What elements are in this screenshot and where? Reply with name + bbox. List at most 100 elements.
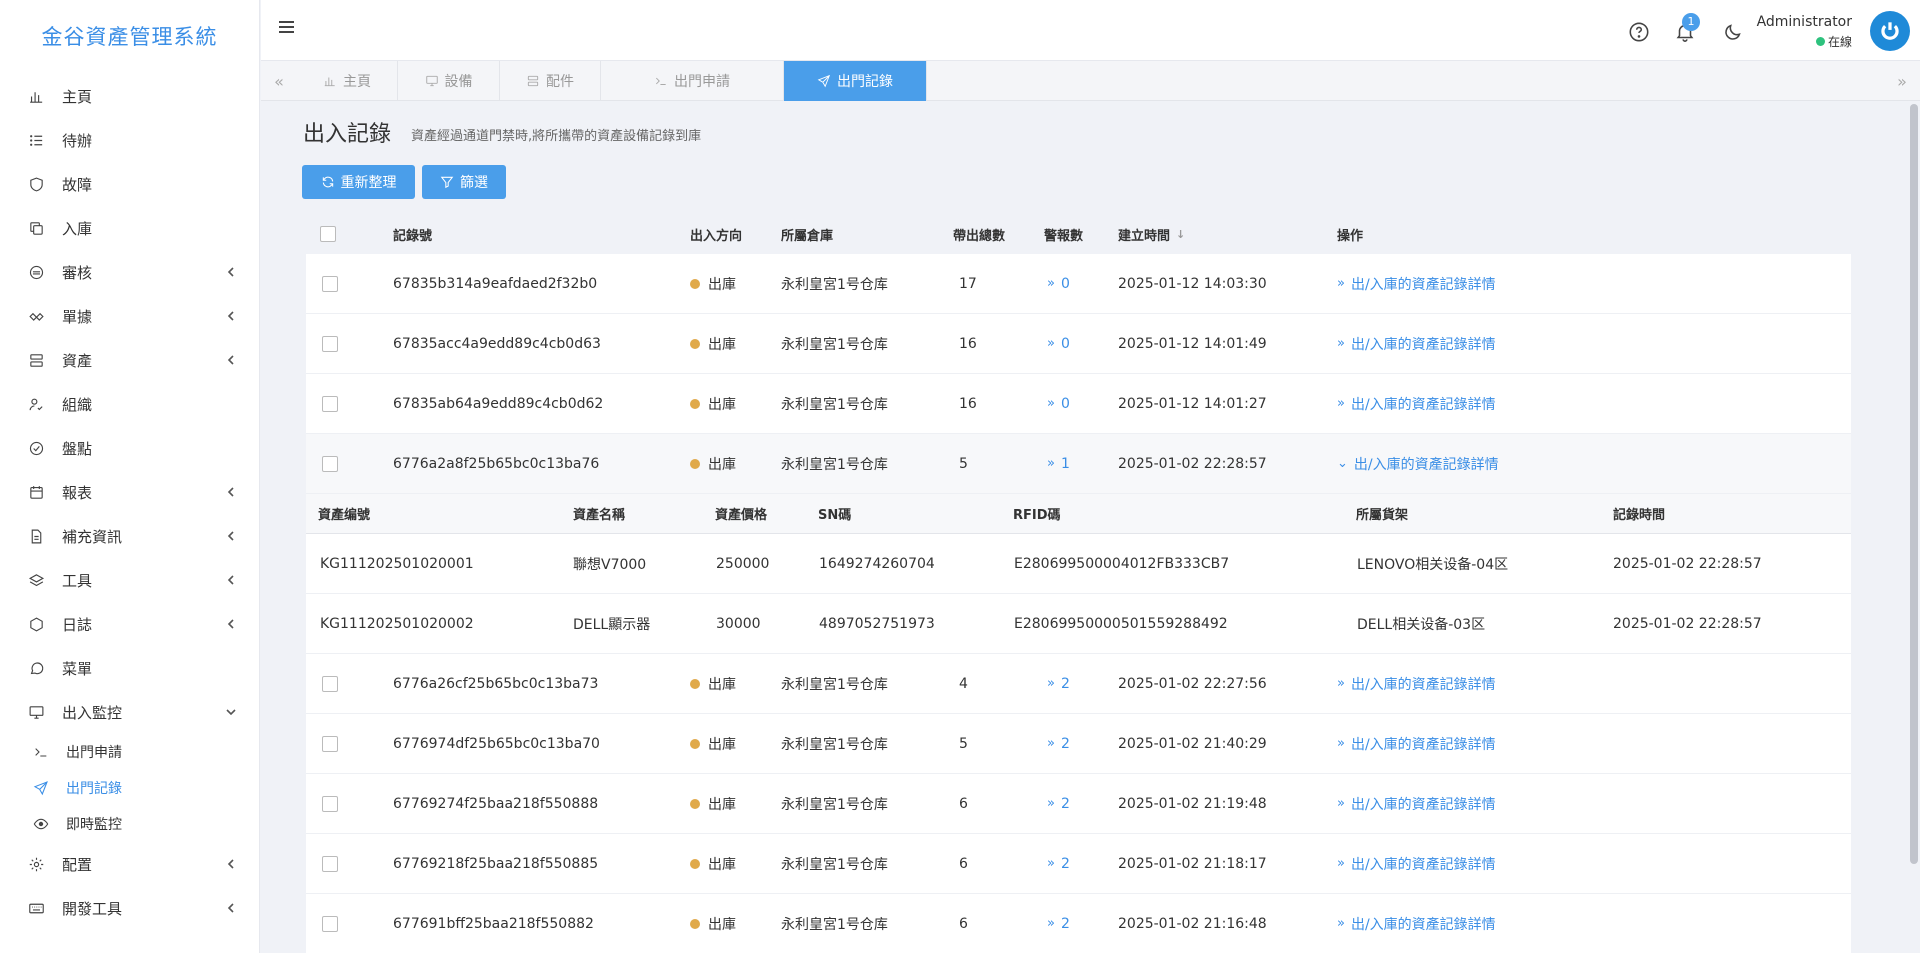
tab-3[interactable]: 出門申請 (601, 61, 784, 101)
sidebar-item-14[interactable]: 出入監控 (0, 690, 259, 734)
sidebar-item-12[interactable]: 日誌 (0, 602, 259, 646)
double-chevron-right-icon: » (1337, 396, 1345, 411)
row-checkbox[interactable] (322, 915, 338, 932)
tab-4[interactable]: 出門記錄 (784, 61, 927, 101)
dark-mode-moon-icon[interactable] (1722, 21, 1744, 43)
alarm-count-link[interactable]: » 2 (1047, 796, 1070, 812)
refresh-label: 重新整理 (340, 175, 397, 191)
created-time: 2025-01-12 14:01:49 (1118, 335, 1267, 352)
sidebar-item-0[interactable]: 主頁 (0, 74, 259, 118)
table-row: 67769218f25baa218f550885 出庫 永利皇宮1号仓库 6 »… (306, 834, 1851, 894)
user-status-label: 在線 (1827, 35, 1852, 49)
total-count: 4 (959, 675, 968, 692)
tabs-scroll-left-icon[interactable]: « (261, 61, 297, 101)
sidebar-item-10[interactable]: 補充資訊 (0, 514, 259, 558)
monitor-icon (27, 703, 45, 721)
alarm-count-link[interactable]: » 0 (1047, 276, 1070, 292)
direction: 出庫 (690, 654, 736, 713)
filter-button[interactable]: 篩選 (422, 165, 506, 199)
alarm-count-link[interactable]: » 2 (1047, 856, 1070, 872)
record-detail-link[interactable]: » 出/入庫的資產記錄詳情 (1337, 394, 1496, 414)
sidebar-item-label: 主頁 (62, 87, 93, 106)
scrollbar-thumb[interactable] (1910, 104, 1918, 864)
submenu-item-label: 出門申請 (66, 745, 122, 761)
alarm-count-link[interactable]: » 2 (1047, 676, 1070, 692)
tab-0[interactable]: 主頁 (297, 61, 398, 101)
tabs-scroll-right-icon[interactable]: » (1884, 61, 1920, 101)
double-chevron-right-icon: » (1047, 736, 1055, 751)
hexagon-icon (27, 615, 45, 633)
sidebar-item-13[interactable]: 菜單 (0, 646, 259, 690)
record-detail-link[interactable]: » 出/入庫的資產記錄詳情 (1337, 794, 1496, 814)
double-chevron-right-icon: » (1047, 676, 1055, 691)
help-icon[interactable] (1628, 21, 1650, 43)
sidebar-item-label: 出入監控 (62, 703, 123, 722)
total-count: 17 (959, 275, 977, 292)
menu-toggle-icon[interactable] (279, 18, 299, 38)
row-checkbox[interactable] (322, 675, 338, 692)
select-all-checkbox[interactable] (320, 226, 336, 242)
tab-1[interactable]: 設備 (398, 61, 500, 101)
sidebar-item-5[interactable]: 單據 (0, 294, 259, 338)
row-checkbox[interactable] (322, 335, 338, 352)
sidebar-item-7[interactable]: 組織 (0, 382, 259, 426)
notification-bell-icon[interactable]: 1 (1674, 13, 1700, 43)
sidebar-bottom-item-1[interactable]: 開發工具 (0, 886, 259, 930)
chevron-left-icon (225, 902, 237, 914)
tab-2[interactable]: 配件 (500, 61, 601, 101)
asset-name: 聯想V7000 (573, 556, 647, 573)
sidebar-item-6[interactable]: 資產 (0, 338, 259, 382)
alarm-count-link[interactable]: » 1 (1047, 456, 1070, 472)
sidebar-item-1[interactable]: 待辦 (0, 118, 259, 162)
alarm-count-link[interactable]: » 0 (1047, 336, 1070, 352)
record-id: 6776a2a8f25b65bc0c13ba76 (393, 455, 600, 472)
chevron-left-icon (225, 530, 237, 542)
sidebar-item-label: 菜單 (62, 659, 93, 678)
sidebar-item-label: 待辦 (62, 131, 93, 150)
direction: 出庫 (690, 314, 736, 373)
sort-desc-icon[interactable]: ↓ (1176, 228, 1185, 241)
submenu-item-1[interactable]: 出門記錄 (0, 770, 259, 806)
sidebar: 金谷資產管理系統 主頁 待辦 故障 入庫 審核 單據 資產 組織 盤點 報表 補… (0, 0, 260, 953)
row-checkbox[interactable] (322, 855, 338, 872)
online-dot-icon (1815, 37, 1825, 46)
created-time: 2025-01-02 22:27:56 (1118, 675, 1267, 692)
asset-sn: 4897052751973 (819, 615, 935, 632)
detail-col-asset-code: 資產编號 (318, 508, 371, 523)
submenu-item-2[interactable]: 即時監控 (0, 806, 259, 842)
alarm-count-link[interactable]: » 2 (1047, 916, 1070, 932)
sidebar-item-4[interactable]: 審核 (0, 250, 259, 294)
alarm-count-link[interactable]: » 2 (1047, 736, 1070, 752)
row-checkbox[interactable] (322, 455, 338, 472)
row-checkbox[interactable] (322, 395, 338, 412)
sidebar-item-2[interactable]: 故障 (0, 162, 259, 206)
sidebar-item-label: 配置 (62, 855, 93, 874)
record-detail-link[interactable]: ⌄ 出/入庫的資產記錄詳情 (1337, 454, 1499, 474)
row-checkbox[interactable] (322, 275, 338, 292)
record-detail-link[interactable]: » 出/入庫的資產記錄詳情 (1337, 854, 1496, 874)
record-detail-link[interactable]: » 出/入庫的資產記錄詳情 (1337, 334, 1496, 354)
row-checkbox[interactable] (322, 735, 338, 752)
direction-label: 出庫 (708, 916, 736, 933)
sidebar-item-9[interactable]: 報表 (0, 470, 259, 514)
asset-code: KG111202501020002 (320, 615, 474, 632)
record-id: 67769274f25baa218f550888 (393, 795, 599, 812)
record-detail-link[interactable]: » 出/入庫的資產記錄詳情 (1337, 914, 1496, 934)
alarm-count-link[interactable]: » 0 (1047, 396, 1070, 412)
page-scrollbar[interactable] (1906, 102, 1920, 953)
table-row: 67835ab64a9edd89c4cb0d62 出庫 永利皇宮1号仓库 16 … (306, 374, 1851, 434)
col-header-warehouse: 所屬倉庫 (781, 228, 834, 244)
submenu-item-0[interactable]: 出門申請 (0, 734, 259, 770)
record-detail-link[interactable]: » 出/入庫的資產記錄詳情 (1337, 674, 1496, 694)
sidebar-item-3[interactable]: 入庫 (0, 206, 259, 250)
tab-bar: « 主頁 設備 配件 出門申請 出門記錄 » (261, 61, 1920, 101)
refresh-button[interactable]: 重新整理 (302, 165, 415, 199)
sidebar-item-11[interactable]: 工具 (0, 558, 259, 602)
col-header-created-time[interactable]: 建立時間 ↓ (1118, 214, 1185, 254)
avatar[interactable] (1870, 11, 1910, 51)
record-detail-link[interactable]: » 出/入庫的資產記錄詳情 (1337, 274, 1496, 294)
record-detail-link[interactable]: » 出/入庫的資產記錄詳情 (1337, 734, 1496, 754)
sidebar-item-8[interactable]: 盤點 (0, 426, 259, 470)
row-checkbox[interactable] (322, 795, 338, 812)
sidebar-bottom-item-0[interactable]: 配置 (0, 842, 259, 886)
